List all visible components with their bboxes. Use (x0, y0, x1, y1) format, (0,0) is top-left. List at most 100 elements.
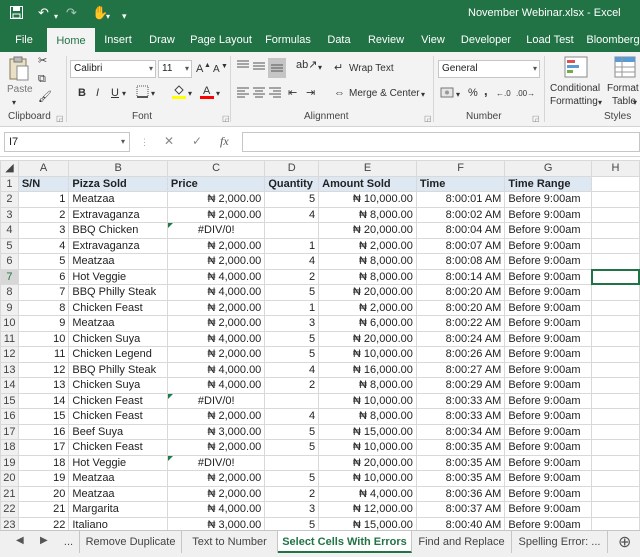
clipboard-launcher-icon[interactable]: ◲ (56, 112, 64, 126)
empty-cell[interactable] (590, 191, 640, 208)
add-sheet-icon[interactable]: ⊕ (618, 532, 631, 552)
data-cell[interactable]: 6 (17, 268, 70, 285)
header-cell[interactable]: Pizza Sold (68, 175, 168, 192)
empty-cell[interactable] (590, 361, 640, 378)
error-cell[interactable]: #DIV/0! (166, 222, 266, 239)
row-header[interactable]: 22 (0, 501, 19, 518)
cut-icon[interactable]: ✂ (38, 54, 47, 68)
data-cell[interactable]: Meatzaa (68, 253, 168, 270)
empty-cell[interactable] (590, 454, 640, 471)
data-cell[interactable]: 5 (264, 330, 320, 347)
data-cell[interactable]: Before 9:00am (504, 299, 592, 316)
row-header[interactable]: 13 (0, 361, 19, 378)
sheet-tab-select-cells-with-errors[interactable]: Select Cells With Errors (278, 531, 412, 553)
row-header[interactable]: 5 (0, 237, 19, 254)
data-cell[interactable]: 8:00:07 AM (415, 237, 506, 254)
data-cell[interactable]: Before 9:00am (504, 315, 592, 332)
conditional-dropdown-icon[interactable]: ▾ (598, 96, 602, 110)
data-cell[interactable]: 8:00:22 AM (415, 315, 506, 332)
header-cell[interactable]: Quantity (264, 175, 320, 192)
prev-sheet-icon[interactable]: ◀ (16, 535, 24, 546)
alignment-launcher-icon[interactable]: ◲ (424, 112, 432, 126)
row-header[interactable]: 17 (0, 423, 19, 440)
row-header[interactable]: 1 (0, 175, 19, 192)
row-header[interactable]: 21 (0, 485, 19, 502)
align-left-icon[interactable] (236, 86, 250, 102)
data-cell[interactable]: ₦ 2,000.00 (318, 237, 417, 254)
data-cell[interactable]: Margarita (68, 501, 168, 518)
data-cell[interactable]: Before 9:00am (504, 485, 592, 502)
data-cell[interactable]: 14 (17, 392, 70, 409)
data-cell[interactable]: ₦ 2,000.00 (166, 299, 266, 316)
data-cell[interactable]: Meatzaa (68, 191, 168, 208)
data-cell[interactable]: Before 9:00am (504, 346, 592, 363)
data-cell[interactable]: Before 9:00am (504, 392, 592, 409)
data-cell[interactable]: 4 (264, 361, 320, 378)
data-cell[interactable]: 8:00:35 AM (415, 470, 506, 487)
data-cell[interactable]: ₦ 8,000.00 (318, 268, 417, 285)
tab-draw[interactable]: Draw (146, 28, 178, 52)
data-cell[interactable]: 4 (264, 408, 320, 425)
shrink-font-button[interactable]: A (213, 63, 220, 77)
data-cell[interactable]: Chicken Feast (68, 299, 168, 316)
conditional-formatting-button-line2[interactable]: Formatting (550, 95, 598, 109)
data-cell[interactable]: 3 (17, 222, 70, 239)
orientation-icon[interactable]: ab↗ (296, 58, 317, 72)
data-cell[interactable]: 5 (264, 516, 320, 530)
data-cell[interactable]: 3 (264, 315, 320, 332)
data-cell[interactable]: ₦ 20,000.00 (318, 330, 417, 347)
data-cell[interactable] (264, 454, 320, 471)
empty-cell[interactable] (590, 423, 640, 440)
row-header[interactable]: 2 (0, 191, 19, 208)
orientation-dropdown-icon[interactable]: ▾ (318, 61, 322, 75)
empty-cell[interactable] (590, 516, 640, 530)
empty-cell[interactable] (590, 299, 640, 316)
data-cell[interactable]: Before 9:00am (504, 253, 592, 270)
tab-formulas[interactable]: Formulas (264, 28, 312, 52)
data-cell[interactable]: ₦ 20,000.00 (318, 284, 417, 301)
data-cell[interactable]: 8:00:37 AM (415, 501, 506, 518)
data-cell[interactable]: 19 (17, 470, 70, 487)
column-header-d[interactable]: D (264, 160, 320, 177)
paste-dropdown-icon[interactable]: ▾ (12, 96, 16, 110)
font-launcher-icon[interactable]: ◲ (222, 112, 230, 126)
data-cell[interactable]: 16 (17, 423, 70, 440)
header-cell[interactable]: Amount Sold (318, 175, 417, 192)
data-cell[interactable]: Before 9:00am (504, 268, 592, 285)
data-cell[interactable]: Before 9:00am (504, 284, 592, 301)
data-cell[interactable]: 9 (17, 315, 70, 332)
empty-cell[interactable] (590, 377, 640, 394)
data-cell[interactable]: 20 (17, 485, 70, 502)
data-cell[interactable]: 8:00:08 AM (415, 253, 506, 270)
data-cell[interactable]: ₦ 10,000.00 (318, 191, 417, 208)
data-cell[interactable]: Before 9:00am (504, 423, 592, 440)
tab-developer[interactable]: Developer (460, 28, 512, 52)
data-cell[interactable]: 3 (264, 501, 320, 518)
tab-bloomberg[interactable]: Bloomberg (586, 28, 640, 52)
active-cell[interactable] (590, 268, 640, 285)
data-cell[interactable]: Chicken Suya (68, 377, 168, 394)
data-cell[interactable]: ₦ 10,000.00 (318, 392, 417, 409)
data-cell[interactable]: Hot Veggie (68, 268, 168, 285)
data-cell[interactable]: 5 (264, 439, 320, 456)
borders-dropdown-icon[interactable]: ▾ (151, 87, 155, 101)
column-header-e[interactable]: E (318, 160, 417, 177)
data-cell[interactable]: 8:00:01 AM (415, 191, 506, 208)
header-cell[interactable]: Time Range (504, 175, 592, 192)
data-cell[interactable]: Before 9:00am (504, 377, 592, 394)
data-cell[interactable]: 8:00:35 AM (415, 439, 506, 456)
data-cell[interactable]: 5 (264, 191, 320, 208)
data-cell[interactable]: Chicken Feast (68, 408, 168, 425)
data-cell[interactable] (264, 222, 320, 239)
data-cell[interactable]: ₦ 10,000.00 (318, 439, 417, 456)
data-cell[interactable]: 8:00:20 AM (415, 299, 506, 316)
data-cell[interactable]: Extravaganza (68, 206, 168, 223)
data-cell[interactable]: 1 (264, 299, 320, 316)
data-cell[interactable]: ₦ 2,000.00 (166, 253, 266, 270)
data-cell[interactable]: Meatzaa (68, 470, 168, 487)
align-right-icon[interactable] (268, 86, 282, 102)
data-cell[interactable]: BBQ Philly Steak (68, 284, 168, 301)
format-painter-icon[interactable]: 🖌 (38, 90, 52, 104)
paste-icon[interactable] (8, 56, 30, 86)
data-cell[interactable]: 5 (264, 423, 320, 440)
